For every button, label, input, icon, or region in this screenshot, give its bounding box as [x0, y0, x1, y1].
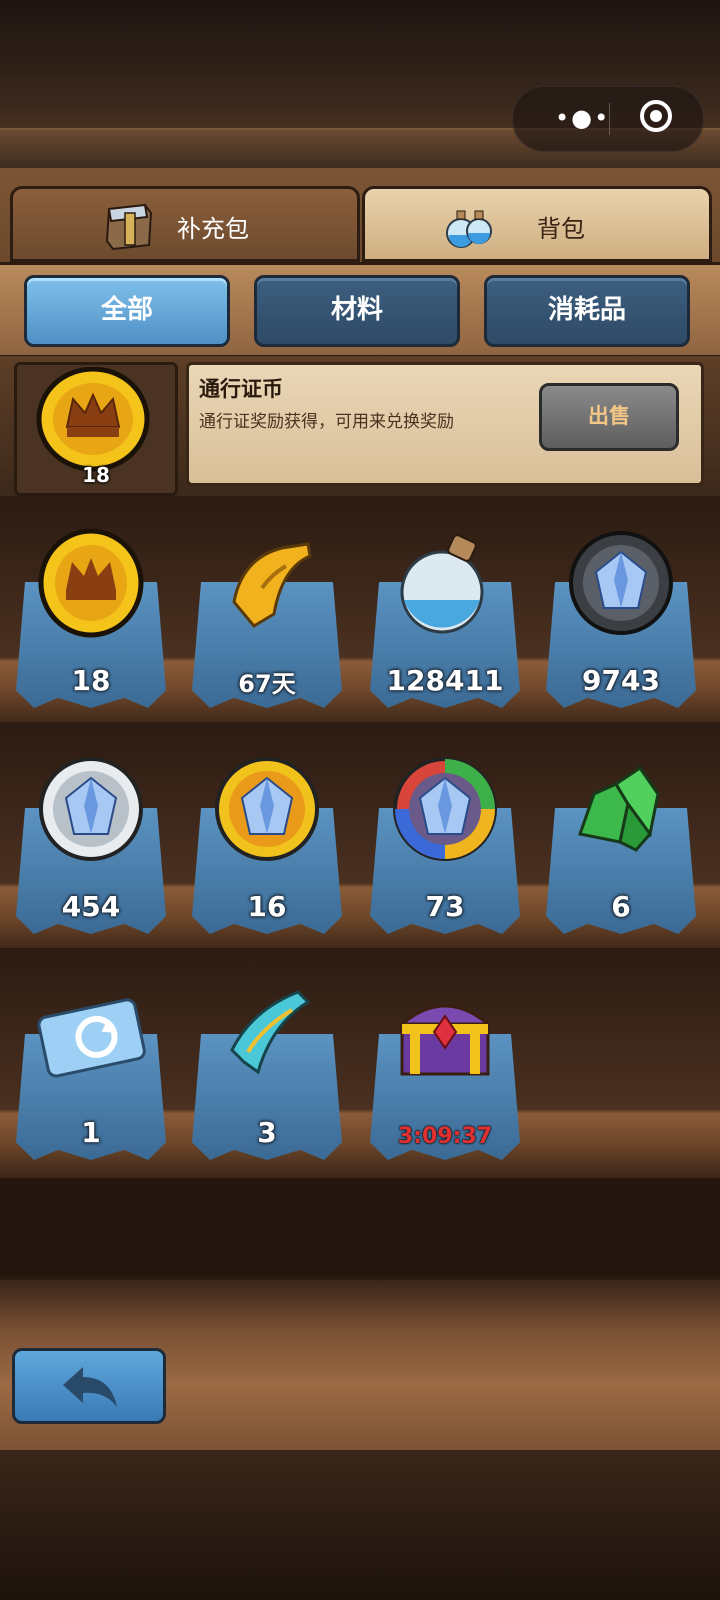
- inventory-slot[interactable]: 6: [540, 742, 702, 952]
- inventory-slot[interactable]: 128411: [364, 516, 526, 726]
- mini-program-capsule: •●•: [512, 86, 704, 152]
- item-count: 18: [71, 664, 111, 697]
- back-button[interactable]: [12, 1348, 166, 1424]
- item-count: 3: [257, 1116, 277, 1149]
- inventory-slot[interactable]: 1: [10, 968, 172, 1178]
- tab-supply-label: 补充包: [177, 215, 249, 243]
- inventory-slot[interactable]: 73: [364, 742, 526, 952]
- tab-supply-pack[interactable]: 补充包: [10, 186, 360, 262]
- inventory-slot[interactable]: 18: [10, 516, 172, 726]
- capsule-divider: [609, 103, 610, 135]
- item-count: 6: [611, 890, 631, 923]
- treasure-chest-icon: [397, 1004, 493, 1076]
- dark-crystal-orb-icon: [569, 531, 673, 635]
- item-count: 16: [247, 890, 287, 923]
- sell-button[interactable]: 出售: [539, 383, 679, 451]
- inventory-slot[interactable]: 67天: [186, 516, 348, 726]
- item-count: 128411: [386, 664, 504, 697]
- back-arrow-icon: [63, 1367, 117, 1407]
- detail-icon-box: 18: [14, 362, 178, 496]
- filter-all-button[interactable]: 全部: [24, 275, 230, 347]
- detail-count: 18: [82, 463, 110, 487]
- gold-crystal-orb-icon: [215, 757, 319, 861]
- item-count: 73: [425, 890, 465, 923]
- tab-backpack-label: 背包: [537, 215, 585, 243]
- bottom-background: [0, 1450, 720, 1600]
- box-icon: [105, 203, 153, 251]
- inventory-slot[interactable]: 16: [186, 742, 348, 952]
- refresh-ticket-icon: [37, 998, 146, 1078]
- tab-backpack[interactable]: 背包: [362, 186, 712, 262]
- inventory-slot[interactable]: 3:09:37: [364, 968, 526, 1178]
- more-dots-icon[interactable]: •●•: [555, 106, 610, 130]
- inventory-slot[interactable]: 9743: [540, 516, 702, 726]
- crown-coin-icon: [38, 528, 144, 638]
- crown-coin-icon: [36, 367, 150, 472]
- item-count: 1: [81, 1116, 101, 1149]
- detail-info: 通行证币 通行证奖励获得，可用来兑换奖励 出售: [186, 362, 704, 486]
- water-flask-icon: [400, 534, 484, 634]
- item-count: 9743: [582, 664, 660, 697]
- golden-scroll-icon: [232, 542, 312, 628]
- inventory-slot[interactable]: 454: [10, 742, 172, 952]
- close-target-icon[interactable]: [640, 100, 672, 132]
- potion-icon: [446, 210, 492, 248]
- filter-materials-button[interactable]: 材料: [254, 275, 460, 347]
- item-name: 通行证币: [199, 377, 283, 401]
- item-count: 67天: [238, 670, 296, 698]
- green-ore-icon: [578, 765, 660, 852]
- chest-timer: 3:09:37: [397, 1124, 493, 1149]
- item-description: 通行证奖励获得，可用来兑换奖励: [199, 412, 454, 432]
- filter-row: 全部 材料 消耗品: [0, 262, 720, 358]
- filter-consumables-button[interactable]: 消耗品: [484, 275, 690, 347]
- item-count: 454: [61, 890, 121, 923]
- silver-crystal-orb-icon: [39, 757, 143, 861]
- inventory-slot[interactable]: 3: [186, 968, 348, 1178]
- item-detail-panel: 18 通行证币 通行证奖励获得，可用来兑换奖励 出售: [0, 356, 720, 496]
- rainbow-crystal-orb-icon: [393, 757, 497, 861]
- teal-banner-icon: [230, 990, 311, 1075]
